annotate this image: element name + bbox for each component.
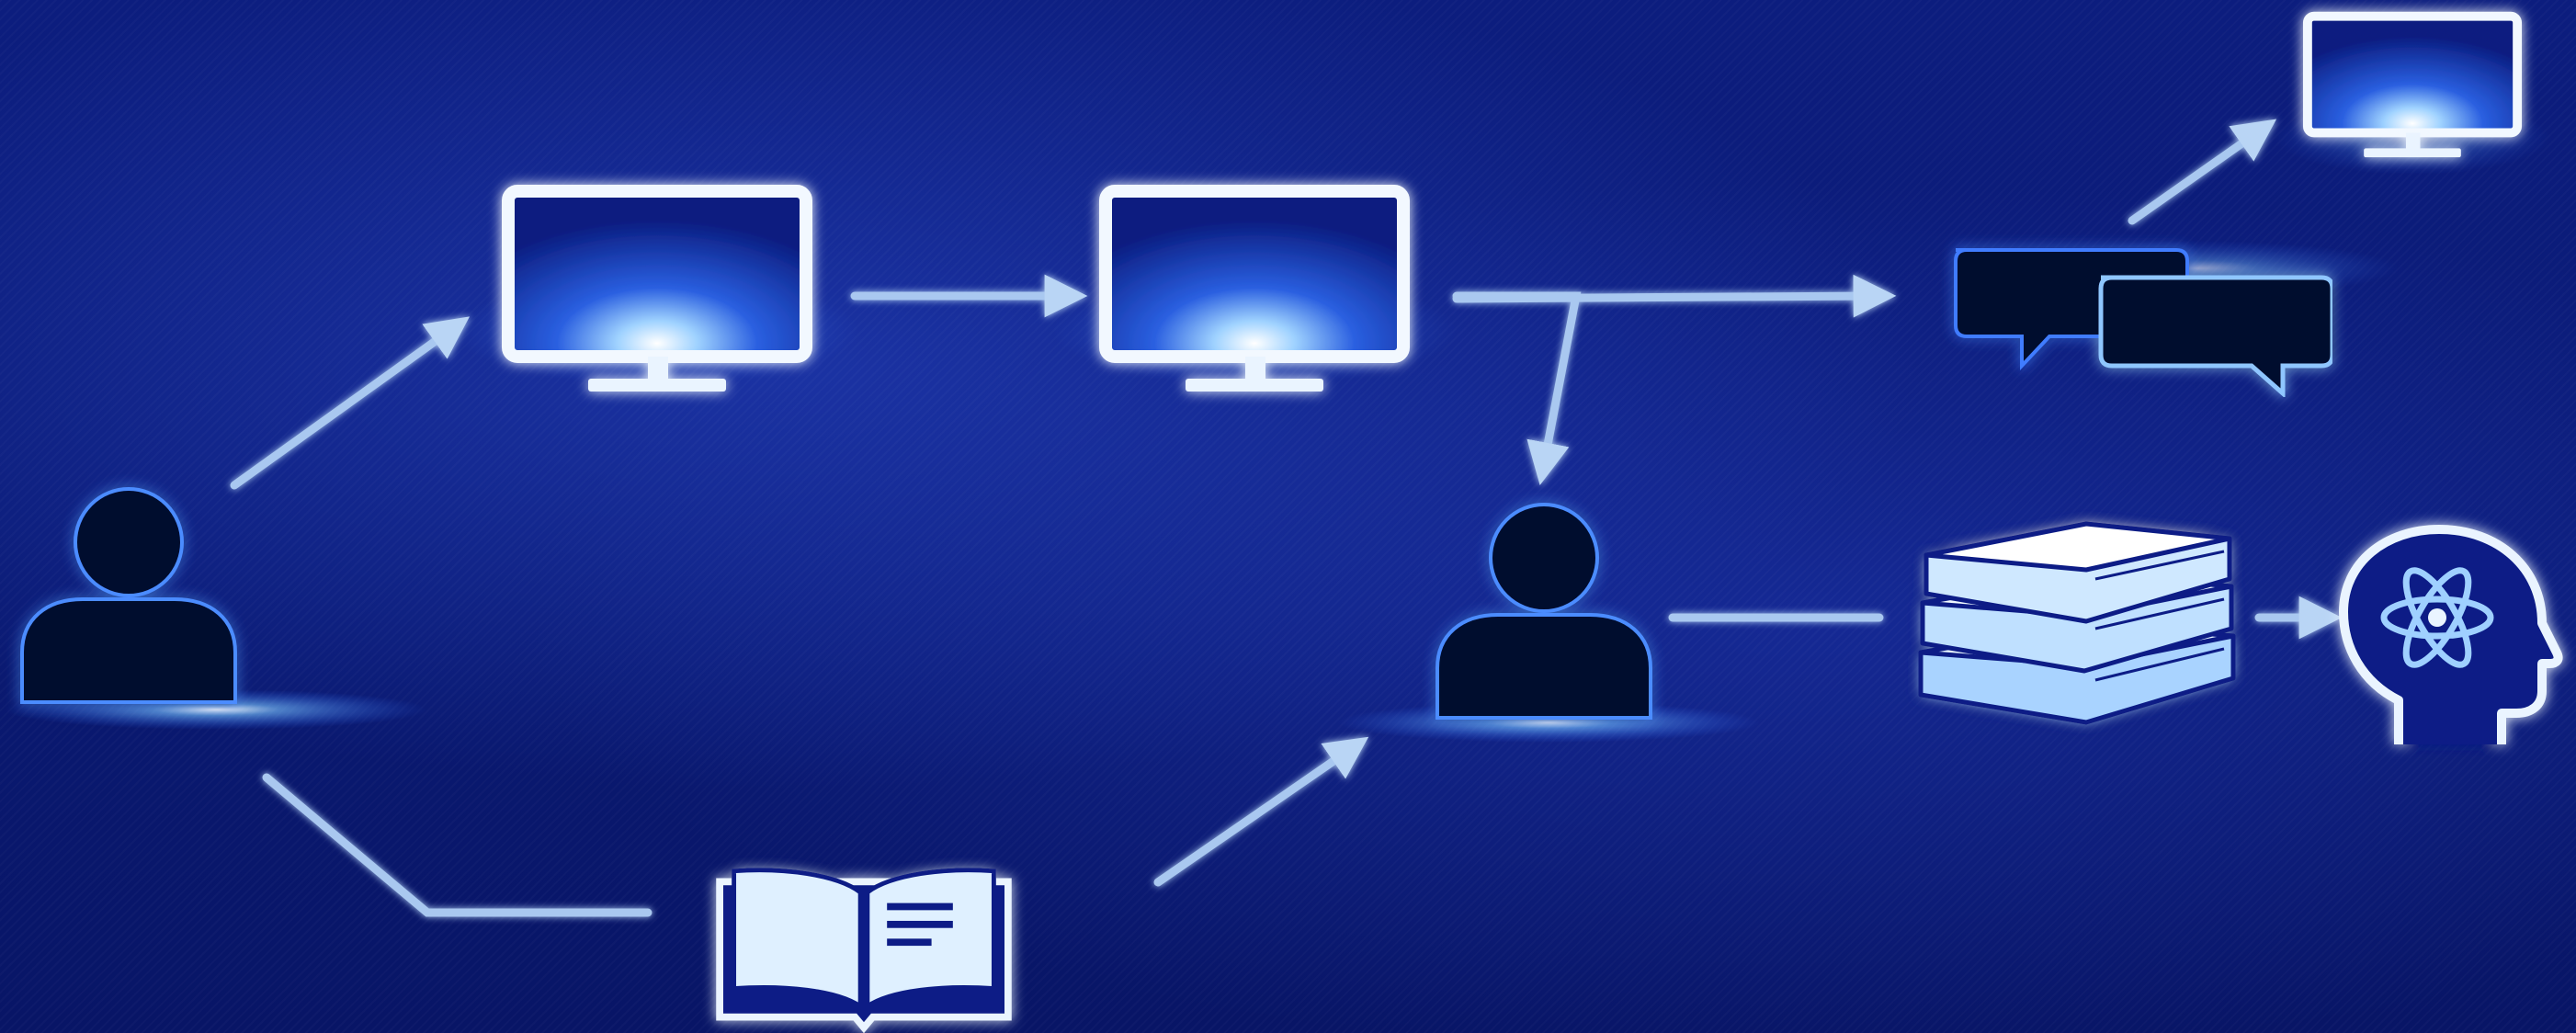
diagram-canvas: [0, 0, 2576, 1033]
nodes: [20, 17, 2559, 1028]
workflow-diagram: [5, 0, 2576, 1033]
person-center-icon: [1436, 503, 1652, 720]
edge-person-to-open-book: [262, 773, 653, 917]
head-atom-icon: [2343, 529, 2559, 744]
edge-person-to-monitor-1: [230, 316, 471, 490]
person-left-icon: [20, 487, 237, 704]
edge-chat-to-monitor-3: [2128, 119, 2277, 225]
monitor-1-icon: [508, 191, 806, 392]
edge-open-book-to-person-center: [1153, 736, 1369, 887]
monitor-2-icon: [1106, 191, 1403, 392]
book-stack-icon: [1921, 524, 2233, 722]
open-book-icon: [720, 870, 1008, 1027]
monitor-3-icon: [2308, 17, 2517, 158]
edge-monitor-2-to-person-center: [1452, 291, 1582, 485]
